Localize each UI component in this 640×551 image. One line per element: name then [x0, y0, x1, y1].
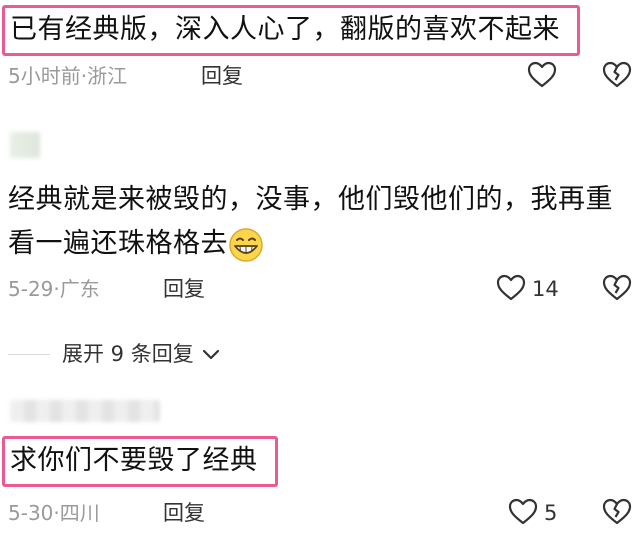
grinning-face-emoji [229, 227, 263, 262]
comment-1-time: 5小时前 [8, 64, 81, 88]
comment-3-author-name[interactable] [10, 400, 160, 422]
comment-3-time: 5-30 [8, 501, 54, 525]
heart-outline-icon [496, 274, 526, 301]
comment-2-meta: 5-29·广东 [8, 277, 100, 301]
comment-2-avatar[interactable] [10, 132, 40, 158]
comment-2-like-count: 14 [532, 277, 559, 301]
comment-3-location: 四川 [59, 501, 100, 525]
comment-1-meta: 5小时前·浙江 [8, 64, 128, 88]
comment-3-meta: 5-30·四川 [8, 501, 100, 525]
comment-2-text-line2: 看一遍还珠格格去 [8, 224, 264, 264]
comment-1-text: 已有经典版，深入人心了，翻版的喜欢不起来 [10, 14, 560, 45]
broken-heart-icon [602, 61, 632, 88]
comment-1-location: 浙江 [87, 64, 128, 88]
comment-2-location: 广东 [59, 277, 100, 301]
heart-outline-icon [508, 498, 538, 525]
comment-3-like-button[interactable] [506, 495, 540, 529]
comment-2-dislike-button[interactable] [600, 271, 634, 305]
comment-3-text: 求你们不要毁了经典 [10, 445, 258, 476]
comment-2-like-button[interactable] [494, 271, 528, 305]
expand-replies-button[interactable]: 展开 9 条回复 [62, 340, 220, 368]
chevron-down-icon [203, 349, 220, 360]
comment-1-like-button[interactable] [525, 58, 559, 92]
broken-heart-icon [602, 274, 632, 301]
comment-3-dislike-button[interactable] [600, 495, 634, 529]
heart-outline-icon [527, 61, 557, 88]
broken-heart-icon [602, 498, 632, 525]
comment-3-reply-button[interactable]: 回复 [163, 499, 205, 527]
comment-2-reply-button[interactable]: 回复 [163, 275, 205, 303]
comment-3-like-count: 5 [544, 501, 558, 525]
expand-divider-line [8, 354, 50, 355]
comment-1-reply-button[interactable]: 回复 [201, 62, 243, 90]
comment-2-time: 5-29 [8, 277, 54, 301]
comment-2-text-line1: 经典就是来被毁的，没事，他们毁他们的，我再重 [8, 184, 613, 215]
comment-1-dislike-button[interactable] [600, 58, 634, 92]
